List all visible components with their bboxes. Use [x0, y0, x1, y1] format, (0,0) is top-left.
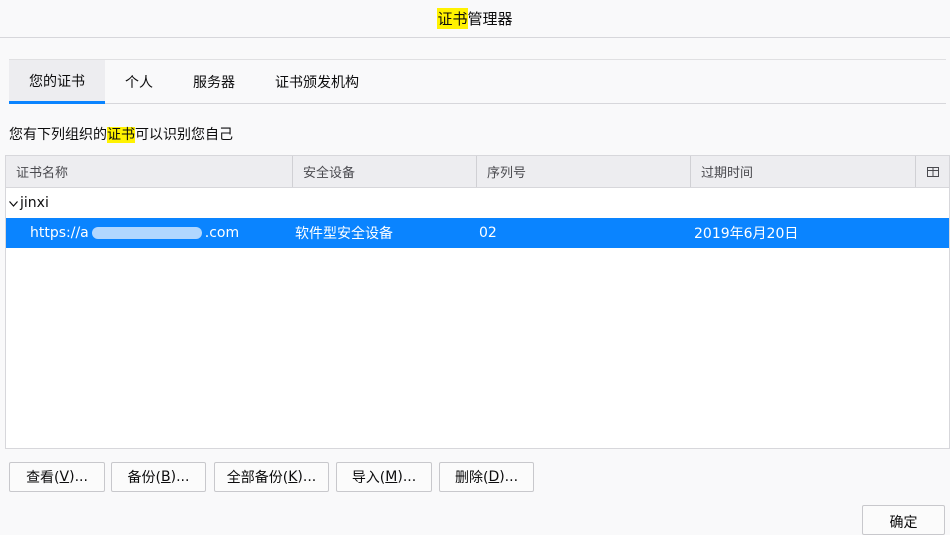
backup-button-key: B [161, 469, 171, 485]
column-header-device[interactable]: 安全设备 [293, 156, 477, 187]
certificate-tree[interactable]: 证书名称 安全设备 序列号 过期时间 jinxi https://a .com 软… [5, 155, 950, 449]
redacted-blur [91, 227, 202, 239]
backup-button[interactable]: 备份(B)... [111, 462, 206, 492]
window-titlebar: 证书 管理器 [0, 0, 950, 38]
view-button[interactable]: 查看(V)... [9, 462, 105, 492]
import-button-label: 导入( [351, 470, 386, 486]
view-button-label: 查看( [26, 470, 60, 486]
description-text: 您有下列组织的证书可以识别您自己 [9, 124, 233, 144]
cert-name-suffix: .com [204, 225, 240, 241]
delete-button-key: D [488, 469, 500, 485]
backup-button-label: 备份( [127, 470, 162, 486]
tab-servers[interactable]: 服务器 [173, 60, 255, 104]
tab-authorities[interactable]: 证书颁发机构 [255, 60, 379, 104]
tree-group-row[interactable]: jinxi [6, 189, 949, 217]
window-title: 管理器 [467, 10, 513, 28]
group-name: jinxi [20, 195, 49, 211]
import-button-key: M [385, 469, 398, 485]
delete-button-ellipsis: )... [499, 469, 519, 485]
backup-all-button-label: 全部备份( [226, 470, 289, 486]
backup-all-button[interactable]: 全部备份(K)... [214, 462, 329, 492]
device-cell: 软件型安全设备 [295, 226, 393, 242]
import-button[interactable]: 导入(M)... [336, 462, 432, 492]
description-highlight: 证书 [107, 127, 135, 143]
description-before: 您有下列组织的 [9, 127, 107, 143]
view-button-key: V [59, 469, 70, 485]
expires-cell: 2019年6月20日 [694, 226, 799, 242]
cert-name-prefix: https://a [30, 225, 89, 241]
backup-all-button-key: K [288, 469, 298, 485]
serial-cell: 02 [479, 225, 497, 241]
column-header-expires[interactable]: 过期时间 [691, 156, 914, 187]
column-picker-icon[interactable] [915, 156, 949, 187]
tab-people[interactable]: 个人 [105, 60, 173, 104]
delete-button-label: 删除( [454, 470, 489, 486]
view-button-ellipsis: )... [69, 469, 88, 485]
column-picker-glyph [926, 166, 939, 177]
ok-button[interactable]: 确定 [862, 505, 945, 535]
description-after: 可以识别您自己 [135, 127, 233, 143]
tab-bar: 您的证书 个人 服务器 证书颁发机构 [9, 59, 946, 104]
table-row[interactable]: https://a .com 软件型安全设备 02 2019年6月20日 [6, 218, 949, 248]
column-header-name[interactable]: 证书名称 [6, 156, 293, 187]
import-button-ellipsis: )... [397, 469, 417, 485]
backup-button-ellipsis: )... [170, 469, 190, 485]
delete-button[interactable]: 删除(D)... [439, 462, 534, 492]
backup-all-button-ellipsis: )... [297, 469, 317, 485]
title-highlight: 证书 [437, 8, 468, 29]
cert-name-cell: https://a .com [30, 218, 239, 248]
column-header-serial[interactable]: 序列号 [477, 156, 691, 187]
tab-your-certificates[interactable]: 您的证书 [9, 60, 105, 104]
tree-header: 证书名称 安全设备 序列号 过期时间 [6, 156, 949, 188]
chevron-down-icon[interactable] [9, 197, 18, 210]
